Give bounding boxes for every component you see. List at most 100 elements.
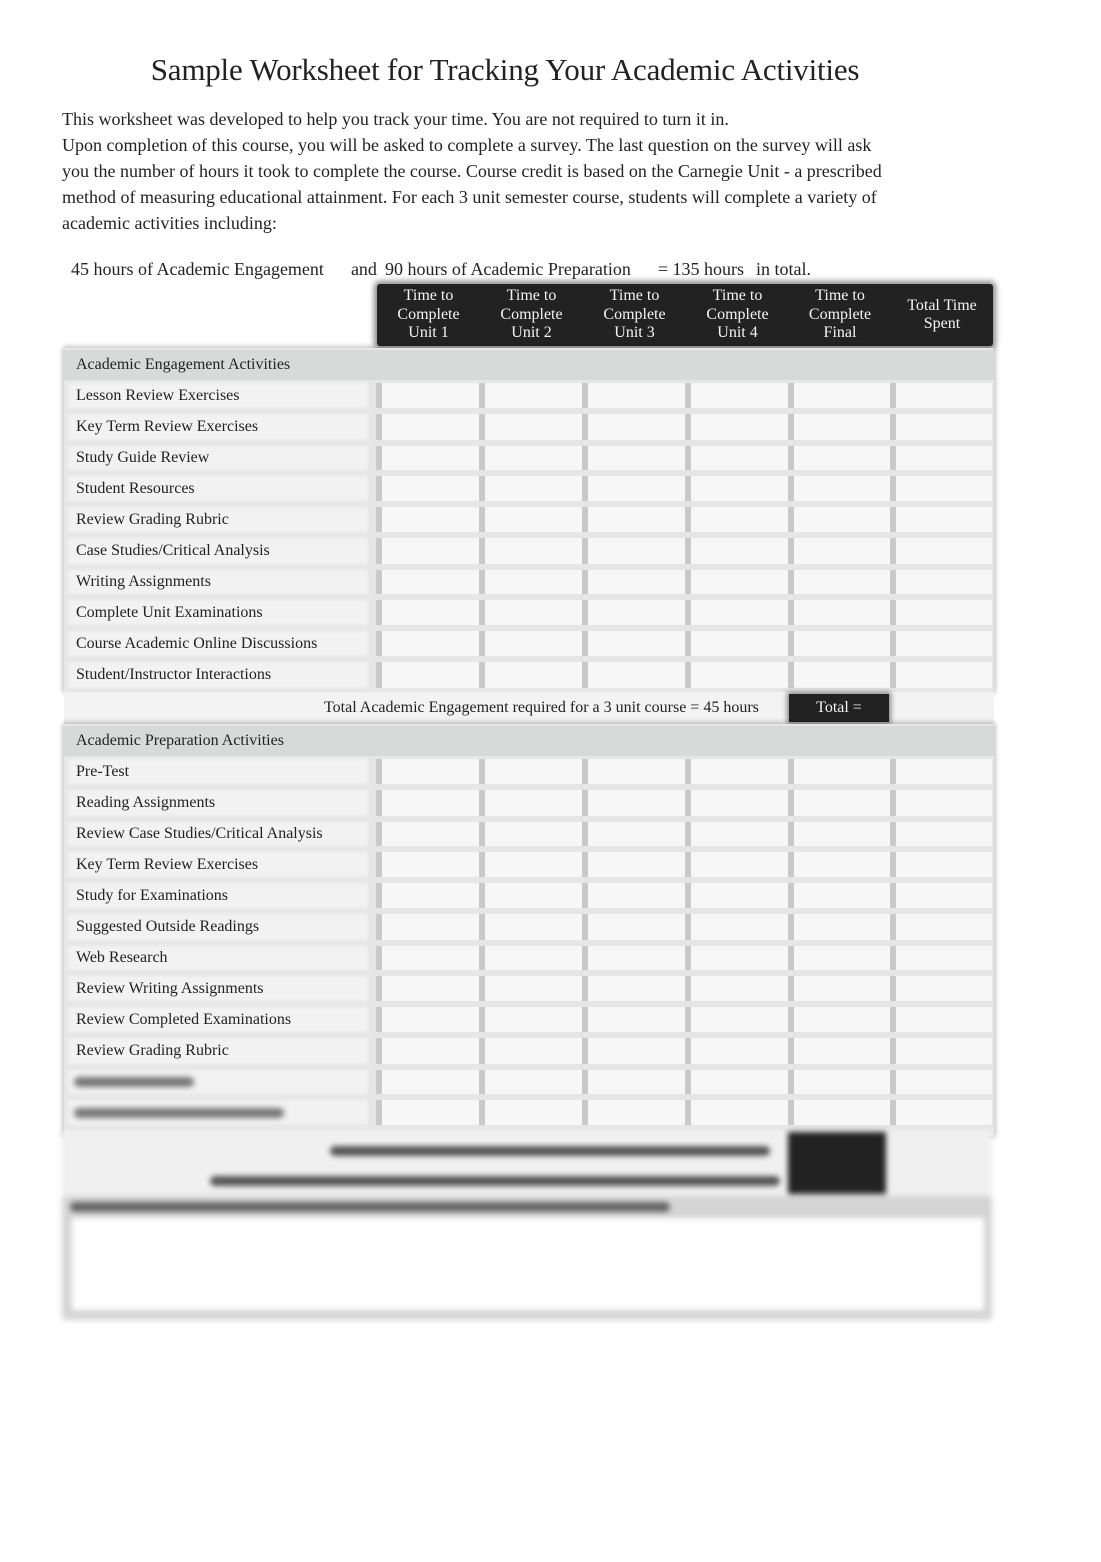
time-entry-cell[interactable] [582, 790, 685, 816]
time-entry-cell[interactable] [788, 883, 890, 908]
time-entry-cell[interactable] [376, 1038, 479, 1064]
time-entry-cell[interactable] [376, 976, 479, 1001]
time-entry-cell[interactable] [479, 570, 582, 594]
time-entry-cell[interactable] [582, 631, 685, 656]
time-entry-cell[interactable] [479, 662, 582, 688]
time-entry-cell[interactable] [890, 446, 992, 470]
time-entry-cell[interactable] [890, 538, 992, 564]
time-entry-cell[interactable] [479, 790, 582, 816]
time-entry-cell[interactable] [376, 946, 479, 970]
time-entry-cell[interactable] [479, 822, 582, 846]
time-entry-cell[interactable] [376, 476, 479, 501]
time-entry-cell[interactable] [890, 790, 992, 816]
time-entry-cell[interactable] [788, 507, 890, 532]
time-entry-cell[interactable] [890, 1070, 992, 1094]
time-entry-cell[interactable] [479, 1038, 582, 1064]
time-entry-cell[interactable] [376, 883, 479, 908]
time-entry-cell[interactable] [376, 507, 479, 532]
time-entry-cell[interactable] [479, 631, 582, 656]
time-entry-cell[interactable] [479, 759, 582, 784]
time-entry-cell[interactable] [582, 1100, 685, 1125]
time-entry-cell[interactable] [582, 446, 685, 470]
time-entry-cell[interactable] [479, 507, 582, 532]
time-entry-cell[interactable] [582, 570, 685, 594]
time-entry-cell[interactable] [890, 1038, 992, 1064]
time-entry-cell[interactable] [582, 1038, 685, 1064]
time-entry-cell[interactable] [788, 570, 890, 594]
time-entry-cell[interactable] [376, 446, 479, 470]
time-entry-cell[interactable] [788, 383, 890, 408]
time-entry-cell[interactable] [479, 914, 582, 940]
time-entry-cell[interactable] [890, 631, 992, 656]
time-entry-cell[interactable] [376, 570, 479, 594]
time-entry-cell[interactable] [890, 946, 992, 970]
time-entry-cell[interactable] [890, 976, 992, 1001]
time-entry-cell[interactable] [582, 1007, 685, 1032]
time-entry-cell[interactable] [890, 1007, 992, 1032]
time-entry-cell[interactable] [890, 822, 992, 846]
time-entry-cell[interactable] [479, 1100, 582, 1125]
time-entry-cell[interactable] [479, 1007, 582, 1032]
time-entry-cell[interactable] [685, 507, 788, 532]
time-entry-cell[interactable] [582, 914, 685, 940]
time-entry-cell[interactable] [685, 790, 788, 816]
time-entry-cell[interactable] [685, 914, 788, 940]
time-entry-cell[interactable] [685, 822, 788, 846]
time-entry-cell[interactable] [788, 852, 890, 877]
time-entry-cell[interactable] [788, 600, 890, 625]
time-entry-cell[interactable] [582, 822, 685, 846]
time-entry-cell[interactable] [685, 1007, 788, 1032]
time-entry-cell[interactable] [685, 946, 788, 970]
time-entry-cell[interactable] [582, 1070, 685, 1094]
time-entry-cell[interactable] [890, 852, 992, 877]
time-entry-cell[interactable] [685, 1070, 788, 1094]
time-entry-cell[interactable] [685, 883, 788, 908]
time-entry-cell[interactable] [479, 976, 582, 1001]
time-entry-cell[interactable] [788, 1007, 890, 1032]
time-entry-cell[interactable] [788, 759, 890, 784]
time-entry-cell[interactable] [582, 852, 685, 877]
time-entry-cell[interactable] [479, 852, 582, 877]
time-entry-cell[interactable] [685, 759, 788, 784]
time-entry-cell[interactable] [788, 1100, 890, 1125]
time-entry-cell[interactable] [788, 1038, 890, 1064]
time-entry-cell[interactable] [685, 631, 788, 656]
time-entry-cell[interactable] [685, 1100, 788, 1125]
time-entry-cell[interactable] [788, 631, 890, 656]
time-entry-cell[interactable] [890, 383, 992, 408]
time-entry-cell[interactable] [582, 383, 685, 408]
time-entry-cell[interactable] [890, 507, 992, 532]
time-entry-cell[interactable] [685, 570, 788, 594]
time-entry-cell[interactable] [788, 538, 890, 564]
time-entry-cell[interactable] [890, 600, 992, 625]
time-entry-cell[interactable] [788, 446, 890, 470]
time-entry-cell[interactable] [479, 383, 582, 408]
time-entry-cell[interactable] [479, 946, 582, 970]
time-entry-cell[interactable] [890, 883, 992, 908]
time-entry-cell[interactable] [788, 662, 890, 688]
time-entry-cell[interactable] [582, 600, 685, 625]
time-entry-cell[interactable] [582, 662, 685, 688]
time-entry-cell[interactable] [376, 1100, 479, 1125]
time-entry-cell[interactable] [582, 507, 685, 532]
time-entry-cell[interactable] [788, 1070, 890, 1094]
time-entry-cell[interactable] [890, 414, 992, 440]
time-entry-cell[interactable] [685, 538, 788, 564]
time-entry-cell[interactable] [582, 976, 685, 1001]
time-entry-cell[interactable] [376, 852, 479, 877]
time-entry-cell[interactable] [479, 414, 582, 440]
time-entry-cell[interactable] [685, 1038, 788, 1064]
time-entry-cell[interactable] [890, 476, 992, 501]
time-entry-cell[interactable] [479, 446, 582, 470]
time-entry-cell[interactable] [890, 1100, 992, 1125]
time-entry-cell[interactable] [479, 1070, 582, 1094]
time-entry-cell[interactable] [788, 476, 890, 501]
time-entry-cell[interactable] [582, 759, 685, 784]
time-entry-cell[interactable] [376, 822, 479, 846]
time-entry-cell[interactable] [582, 946, 685, 970]
time-entry-cell[interactable] [890, 570, 992, 594]
time-entry-cell[interactable] [376, 759, 479, 784]
time-entry-cell[interactable] [685, 976, 788, 1001]
time-entry-cell[interactable] [479, 538, 582, 564]
time-entry-cell[interactable] [890, 662, 992, 688]
